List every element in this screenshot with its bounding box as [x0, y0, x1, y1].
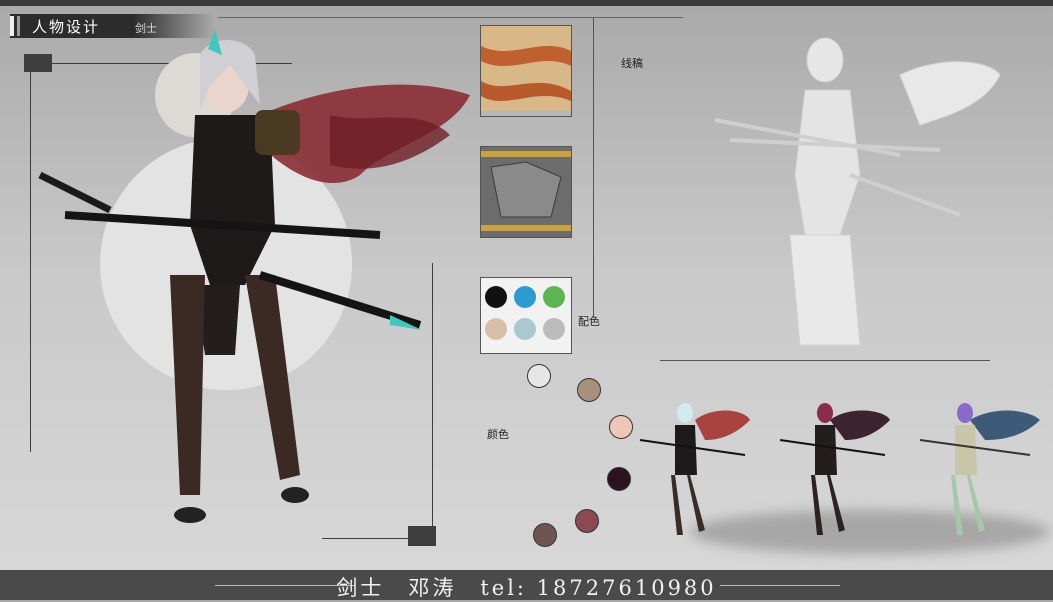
material-ball — [543, 286, 565, 308]
color-variant-3 — [919, 403, 1040, 535]
leg — [170, 275, 205, 495]
color-swatch — [609, 415, 633, 439]
palette-label: 配色 — [578, 315, 600, 328]
character-illustration — [38, 29, 470, 523]
footer-name: 邓涛 — [408, 576, 457, 600]
leg — [245, 275, 300, 480]
shoulder-pad — [255, 110, 300, 155]
material-ball — [543, 318, 565, 340]
color-variant-1 — [639, 403, 750, 535]
banner-mark — [10, 16, 14, 36]
top-bar — [0, 0, 1053, 6]
footer-bar: 剑士 邓涛 tel: 18727610980 — [0, 570, 1053, 600]
sword-sheath — [38, 171, 112, 214]
frame-line — [593, 17, 594, 317]
texture-tile-fabric — [480, 25, 572, 117]
texture-tile-metal — [480, 146, 572, 238]
color-swatch — [577, 378, 601, 402]
boot — [281, 487, 309, 503]
color-swatch — [575, 509, 599, 533]
material-ball — [514, 286, 536, 308]
color-swatch — [533, 523, 557, 547]
boot — [174, 507, 206, 523]
material-balls-panel — [480, 277, 572, 354]
colors-label: 颜色 — [487, 428, 509, 441]
color-variant-2 — [779, 403, 890, 535]
line-art-sketch — [714, 37, 1001, 346]
banner-mark — [17, 16, 20, 36]
color-swatch — [607, 467, 631, 491]
material-ball — [485, 286, 507, 308]
line-art-label: 线稿 — [621, 57, 643, 70]
frame-line — [660, 360, 990, 361]
sword-sheath — [258, 271, 422, 329]
material-ball — [485, 318, 507, 340]
footer-tel: tel: 18727610980 — [480, 576, 717, 600]
footer-credits: 剑士 邓涛 tel: 18727610980 — [0, 572, 1053, 602]
color-swatch — [527, 364, 551, 388]
footer-role: 剑士 — [336, 576, 385, 600]
material-ball — [514, 318, 536, 340]
frame-line — [218, 17, 683, 18]
